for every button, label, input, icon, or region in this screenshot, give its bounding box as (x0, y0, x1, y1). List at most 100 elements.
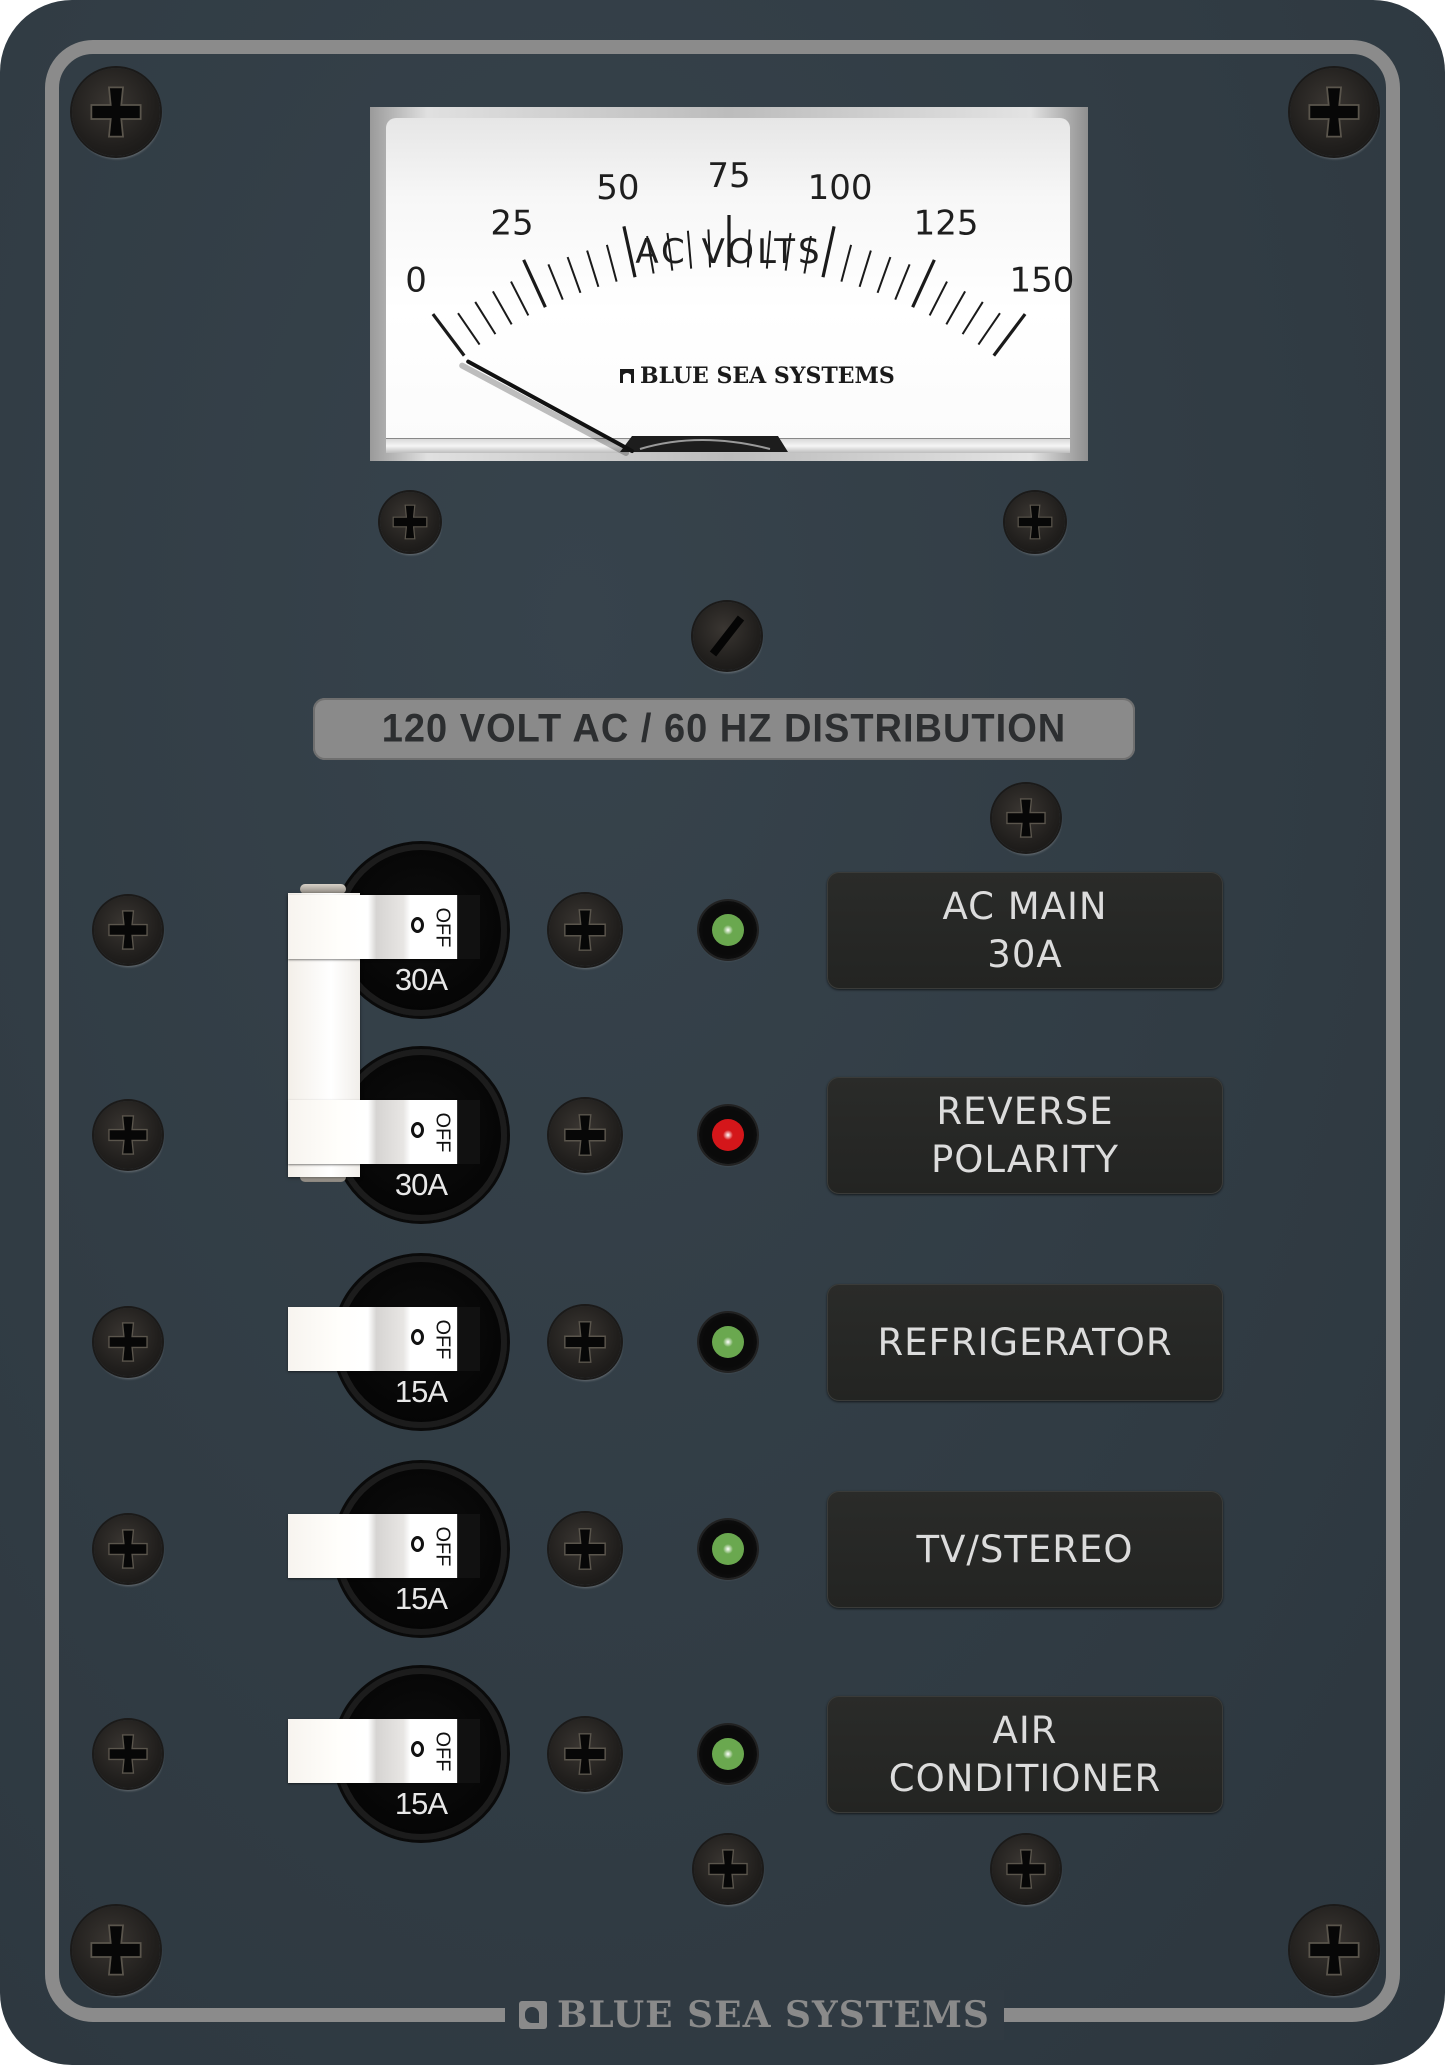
breaker-toggle-air-conditioner[interactable]: OFF (288, 1719, 480, 1783)
meter-minor-tick (605, 244, 618, 282)
circuit-label-air-conditioner: AIR CONDITIONER (827, 1696, 1223, 1813)
meter-needle (466, 359, 634, 453)
indicator-led-air-conditioner (699, 1725, 757, 1783)
phillips-screw-icon (90, 86, 142, 138)
breaker-toggle-refrigerator[interactable]: OFF (288, 1307, 480, 1371)
circuit-label-line: CONDITIONER (888, 1756, 1162, 1800)
row-screw-middle (549, 1513, 621, 1585)
meter-minor-tick (547, 264, 564, 300)
meter-major-tick (431, 313, 466, 357)
meter-brand-text: BLUE SEA SYSTEMS (640, 363, 895, 389)
meter-major-tick (522, 259, 547, 308)
zero-adjust-screw[interactable] (693, 602, 761, 670)
meter-units-label: AC VOLTS (635, 232, 822, 272)
meter-brand-logo: BLUE SEA SYSTEMS (620, 363, 895, 389)
meter-minor-tick (474, 301, 497, 335)
breaker-toggle-ac-main[interactable]: OFF (288, 895, 480, 959)
meter-minor-tick (928, 281, 948, 316)
row-screw-left (94, 1101, 162, 1169)
meter-minor-tick (961, 301, 984, 335)
phillips-screw-icon (108, 910, 148, 950)
bottom-screw-right (992, 1835, 1060, 1903)
meter-minor-tick (586, 250, 600, 288)
off-circle-icon (411, 1741, 424, 1757)
phillips-screw-icon (1308, 1924, 1360, 1976)
meter-minor-tick (492, 290, 513, 325)
meter-tick-label: 75 (707, 156, 750, 196)
meter-major-tick (821, 226, 836, 278)
toggle-off-label: OFF (431, 907, 454, 947)
row-screw-middle (549, 1306, 621, 1378)
circuit-label-ac-main: AC MAIN 30A (827, 872, 1223, 989)
toggle-track (457, 1514, 480, 1578)
banner-text: 120 VOLT AC / 60 HZ DISTRIBUTION (381, 706, 1067, 751)
meter-minor-tick (566, 256, 582, 294)
off-circle-icon (411, 917, 424, 933)
phillips-screw-icon (108, 1734, 148, 1774)
meter-minor-tick (858, 250, 872, 288)
circuit-label-tv-stereo: TV/STEREO (827, 1491, 1223, 1608)
circuit-label-line: POLARITY (930, 1137, 1120, 1181)
circuit-label-line: AIR (992, 1708, 1058, 1752)
meter-tick-label: 0 (405, 261, 427, 301)
phillips-screw-icon (108, 1322, 148, 1362)
breaker-toggle-reverse-polarity[interactable]: OFF (288, 1100, 480, 1164)
needle-shadow (459, 362, 629, 456)
meter-major-tick (911, 259, 936, 308)
meter-minor-tick (510, 281, 530, 316)
meter-minor-tick (945, 290, 966, 325)
phillips-screw-icon (108, 1115, 148, 1155)
circuit-label-refrigerator: REFRIGERATOR (827, 1284, 1223, 1401)
phillips-screw-icon (392, 504, 428, 540)
meter-major-tick (622, 226, 637, 278)
phillips-screw-icon (90, 1924, 142, 1976)
meter-minor-tick (977, 312, 1001, 346)
phillips-screw-icon (564, 1114, 606, 1156)
row-screw-middle (549, 894, 621, 966)
meter-screw-left (380, 492, 440, 552)
breaker-rating: 30A (394, 962, 448, 997)
toggle-track (457, 1100, 480, 1164)
toggle-off-label: OFF (431, 1526, 454, 1566)
breaker-rating: 30A (394, 1167, 448, 1202)
phillips-screw-icon (1006, 1849, 1046, 1889)
corner-screw-bottom-left (72, 1906, 160, 1994)
corner-screw-top-right (1290, 68, 1378, 156)
needle-pivot (620, 436, 788, 452)
footer-brand-logo: BLUE SEA SYSTEMS (505, 1990, 1004, 2040)
slotted-screw-icon (709, 615, 745, 657)
toggle-off-label: OFF (431, 1731, 454, 1771)
meter-major-tick (992, 313, 1027, 357)
meter-screw-right (1005, 492, 1065, 552)
phillips-screw-icon (1017, 504, 1053, 540)
phillips-screw-icon (1006, 798, 1046, 838)
green-led-icon (712, 1326, 744, 1358)
off-circle-icon (411, 1122, 424, 1138)
green-led-icon (712, 1533, 744, 1565)
circuit-label-line: AC MAIN (942, 884, 1108, 928)
toggle-track (457, 1307, 480, 1371)
circuit-label-reverse-polarity: REVERSE POLARITY (827, 1077, 1223, 1194)
circuit-label-line: REVERSE (936, 1089, 1114, 1133)
toggle-track (457, 1719, 480, 1783)
phillips-screw-icon (108, 1529, 148, 1569)
off-circle-icon (411, 1536, 424, 1552)
phillips-screw-icon (1308, 86, 1360, 138)
indicator-led-ac-main (699, 901, 757, 959)
meter-minor-tick (840, 244, 853, 282)
indicator-led-tv-stereo (699, 1520, 757, 1578)
meter-tick-label: 50 (596, 168, 639, 208)
ac-voltmeter: 0 25 50 75 100 125 150 AC VOLTS BLUE SEA SYSTE… (405, 156, 1074, 456)
meter-tick-labels: 0 25 50 75 100 125 150 (405, 156, 1074, 301)
corner-screw-bottom-right (1290, 1906, 1378, 1994)
label-screw-top (992, 784, 1060, 852)
breaker-rating: 15A (394, 1786, 448, 1821)
corner-screw-top-left (72, 68, 160, 156)
toggle-track (457, 895, 480, 959)
blue-sea-wave-icon (519, 2001, 547, 2029)
breaker-rating: 15A (394, 1581, 448, 1616)
breaker-toggle-tv-stereo[interactable]: OFF (288, 1514, 480, 1578)
bottom-screw-left (694, 1835, 762, 1903)
row-screw-left (94, 896, 162, 964)
green-led-icon (712, 914, 744, 946)
